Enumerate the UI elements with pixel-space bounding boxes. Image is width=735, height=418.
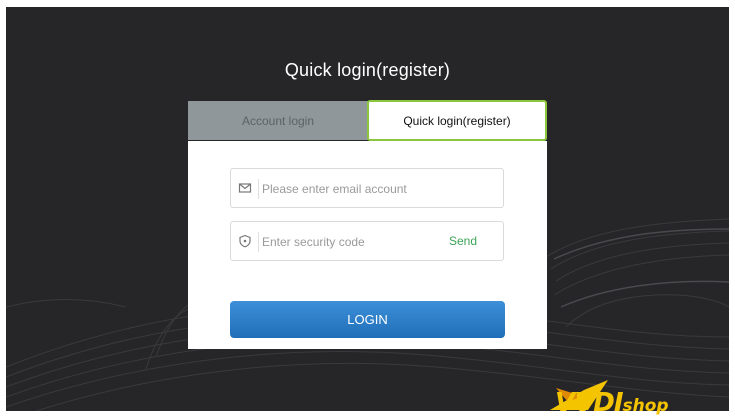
mail-icon: [238, 183, 252, 193]
login-panel: Account login Send LOGIN Quick login(reg…: [188, 100, 547, 349]
watermark-text: VVDIshop: [555, 388, 669, 418]
page-title: Quick login(register): [284, 60, 451, 80]
security-code-input[interactable]: [260, 230, 464, 254]
send-code-link[interactable]: Send: [449, 234, 477, 248]
email-input[interactable]: [260, 177, 464, 201]
login-form: Send LOGIN: [188, 141, 547, 349]
login-button[interactable]: LOGIN: [230, 301, 505, 338]
tab-quick-login[interactable]: Quick login(register): [367, 100, 547, 141]
tab-account-login[interactable]: Account login: [188, 101, 368, 140]
shield-icon: [239, 234, 251, 248]
field-divider: [258, 232, 259, 252]
watermark-brand: VVDI: [555, 388, 623, 418]
watermark-suffix: shop: [622, 396, 669, 416]
email-field[interactable]: [230, 168, 504, 208]
field-divider: [258, 179, 259, 199]
security-code-field[interactable]: Send: [230, 221, 504, 261]
